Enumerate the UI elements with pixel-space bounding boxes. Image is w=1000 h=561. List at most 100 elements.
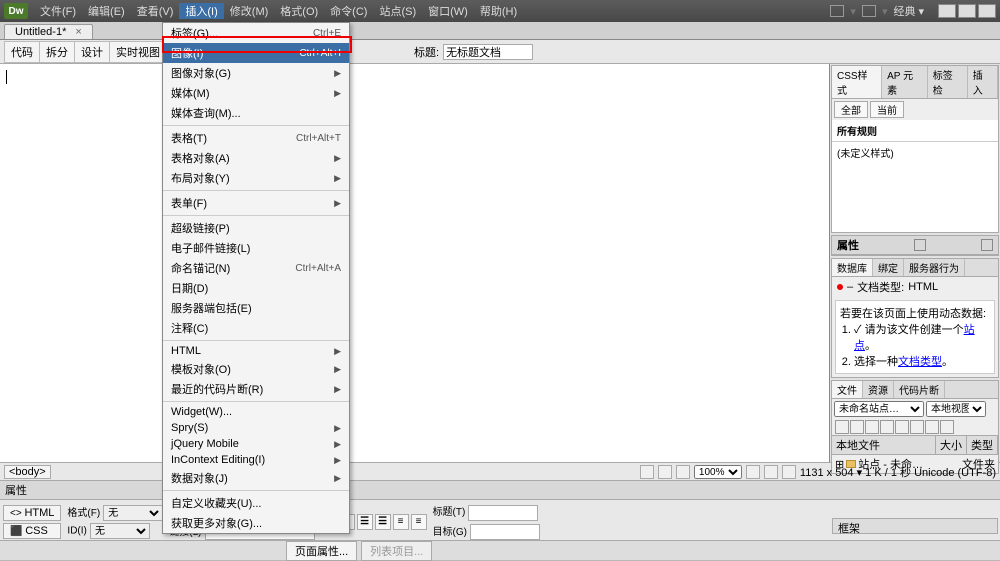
properties-panel-header[interactable]: 属性 bbox=[832, 236, 998, 255]
menu-item[interactable]: jQuery Mobile▶ bbox=[163, 436, 349, 452]
bindings-tab[interactable]: 绑定 bbox=[873, 259, 904, 276]
ap-tab[interactable]: AP 元素 bbox=[882, 66, 928, 98]
menu-item[interactable]: 自定义收藏夹(U)... bbox=[163, 493, 349, 513]
ol-button[interactable]: ☰ bbox=[375, 514, 391, 530]
screen-icon[interactable] bbox=[746, 465, 760, 479]
view-split-button[interactable]: 拆分 bbox=[39, 41, 75, 63]
assets-tab[interactable]: 资源 bbox=[863, 381, 894, 398]
plus-icon[interactable] bbox=[837, 284, 843, 290]
menu-item[interactable]: Spry(S)▶ bbox=[163, 420, 349, 436]
snippets-tab[interactable]: 代码片断 bbox=[894, 381, 945, 398]
col-type[interactable]: 类型 bbox=[967, 436, 998, 454]
minimize-button[interactable]: – bbox=[938, 4, 956, 18]
menu-view[interactable]: 查看(V) bbox=[131, 3, 180, 19]
database-tab[interactable]: 数据库 bbox=[832, 259, 873, 276]
menu-help[interactable]: 帮助(H) bbox=[474, 3, 523, 19]
menu-item[interactable]: 布局对象(Y)▶ bbox=[163, 168, 349, 188]
menu-file[interactable]: 文件(F) bbox=[34, 3, 82, 19]
expand-icon[interactable] bbox=[940, 420, 954, 434]
menu-item[interactable]: 表格对象(A)▶ bbox=[163, 148, 349, 168]
menu-item[interactable]: InContext Editing(I)▶ bbox=[163, 452, 349, 468]
menu-item[interactable]: 注释(C) bbox=[163, 318, 349, 338]
checkin-icon[interactable] bbox=[910, 420, 924, 434]
menu-item[interactable]: 图像(I)Ctrl+Alt+I bbox=[163, 43, 349, 63]
menu-window[interactable]: 窗口(W) bbox=[422, 3, 474, 19]
get-icon[interactable] bbox=[865, 420, 879, 434]
zoom-icon[interactable] bbox=[676, 465, 690, 479]
menu-item[interactable]: 数据对象(J)▶ bbox=[163, 468, 349, 488]
refresh-icon[interactable] bbox=[850, 420, 864, 434]
menu-format[interactable]: 格式(O) bbox=[274, 3, 324, 19]
menu-item[interactable]: 媒体(M)▶ bbox=[163, 83, 349, 103]
id-select[interactable]: 无 bbox=[90, 523, 150, 539]
indent-button[interactable]: ≡ bbox=[411, 514, 427, 530]
menu-item[interactable]: 获取更多对象(G)... bbox=[163, 513, 349, 533]
connect-icon[interactable] bbox=[835, 420, 849, 434]
ruler-icon[interactable] bbox=[764, 465, 778, 479]
col-localfiles[interactable]: 本地文件 bbox=[832, 436, 936, 454]
css-current-button[interactable]: 当前 bbox=[870, 101, 904, 118]
menu-item[interactable]: 表格(T)Ctrl+Alt+T bbox=[163, 128, 349, 148]
maximize-button[interactable]: ▫ bbox=[958, 4, 976, 18]
menu-item[interactable]: 媒体查询(M)... bbox=[163, 103, 349, 123]
properties-header[interactable]: 属性 bbox=[0, 481, 1000, 500]
menu-commands[interactable]: 命令(C) bbox=[324, 3, 373, 19]
menu-item[interactable]: HTML▶ bbox=[163, 343, 349, 359]
document-tab[interactable]: Untitled-1* × bbox=[4, 24, 93, 39]
menu-item[interactable]: 表单(F)▶ bbox=[163, 193, 349, 213]
tab-close-icon[interactable]: × bbox=[75, 26, 81, 38]
view-design-button[interactable]: 设计 bbox=[74, 41, 110, 63]
menu-item[interactable]: 命名锚记(N)Ctrl+Alt+A bbox=[163, 258, 349, 278]
menu-item[interactable]: Widget(W)... bbox=[163, 404, 349, 420]
menu-item[interactable]: 日期(D) bbox=[163, 278, 349, 298]
close-button[interactable]: × bbox=[978, 4, 996, 18]
hand-icon[interactable] bbox=[658, 465, 672, 479]
view-live-button[interactable]: 实时视图 bbox=[109, 41, 167, 63]
html-mode-button[interactable]: <> HTML bbox=[3, 505, 61, 521]
title-prop-input[interactable] bbox=[468, 505, 538, 521]
insert-tab[interactable]: 插入 bbox=[968, 66, 998, 98]
files-tab[interactable]: 文件 bbox=[832, 381, 863, 398]
tag-selector[interactable]: <body> bbox=[4, 465, 51, 479]
frames-panel-header[interactable]: 框架 bbox=[832, 518, 998, 534]
sort-icon[interactable] bbox=[981, 239, 993, 251]
doctype-link[interactable]: 文档类型 bbox=[898, 356, 942, 368]
format-select[interactable]: 无 bbox=[103, 505, 163, 521]
menu-item[interactable]: 电子邮件链接(L) bbox=[163, 238, 349, 258]
site-select[interactable]: 未命名站点… bbox=[834, 401, 924, 417]
workspace-dropdown[interactable]: 经典 ▾ bbox=[893, 3, 924, 19]
view-select[interactable]: 本地视图 bbox=[926, 401, 986, 417]
page-properties-button[interactable]: 页面属性... bbox=[286, 541, 357, 561]
az-sort-icon[interactable] bbox=[914, 239, 926, 251]
zoom-select[interactable]: 100% bbox=[694, 465, 742, 479]
grid-icon[interactable] bbox=[782, 465, 796, 479]
ul-button[interactable]: ☰ bbox=[357, 514, 373, 530]
menu-item[interactable]: 超级链接(P) bbox=[163, 218, 349, 238]
menu-item[interactable]: 标签(G)...Ctrl+E bbox=[163, 23, 349, 43]
css-all-button[interactable]: 全部 bbox=[834, 101, 868, 118]
menu-modify[interactable]: 修改(M) bbox=[224, 3, 275, 19]
css-tab[interactable]: CSS样式 bbox=[832, 66, 882, 98]
menu-insert[interactable]: 插入(I) bbox=[179, 3, 223, 19]
title-input[interactable] bbox=[443, 44, 533, 60]
col-size[interactable]: 大小 bbox=[936, 436, 967, 454]
menu-item[interactable]: 最近的代码片断(R)▶ bbox=[163, 379, 349, 399]
server-behaviors-tab[interactable]: 服务器行为 bbox=[904, 259, 965, 276]
target-input[interactable] bbox=[470, 524, 540, 540]
put-icon[interactable] bbox=[880, 420, 894, 434]
menu-edit[interactable]: 编辑(E) bbox=[82, 3, 131, 19]
document-area[interactable] bbox=[0, 64, 830, 462]
checkout-icon[interactable] bbox=[895, 420, 909, 434]
view-code-button[interactable]: 代码 bbox=[4, 41, 40, 63]
menu-site[interactable]: 站点(S) bbox=[373, 3, 422, 19]
tag-tab[interactable]: 标签检 bbox=[928, 66, 968, 98]
css-mode-button[interactable]: ⬛ CSS bbox=[3, 523, 61, 539]
menu-item[interactable]: 图像对象(G)▶ bbox=[163, 63, 349, 83]
extension-icon[interactable] bbox=[862, 5, 876, 17]
outdent-button[interactable]: ≡ bbox=[393, 514, 409, 530]
layout-icon[interactable] bbox=[830, 5, 844, 17]
pointer-icon[interactable] bbox=[640, 465, 654, 479]
menu-item[interactable]: 模板对象(O)▶ bbox=[163, 359, 349, 379]
sync-icon[interactable] bbox=[925, 420, 939, 434]
menu-item[interactable]: 服务器端包括(E) bbox=[163, 298, 349, 318]
